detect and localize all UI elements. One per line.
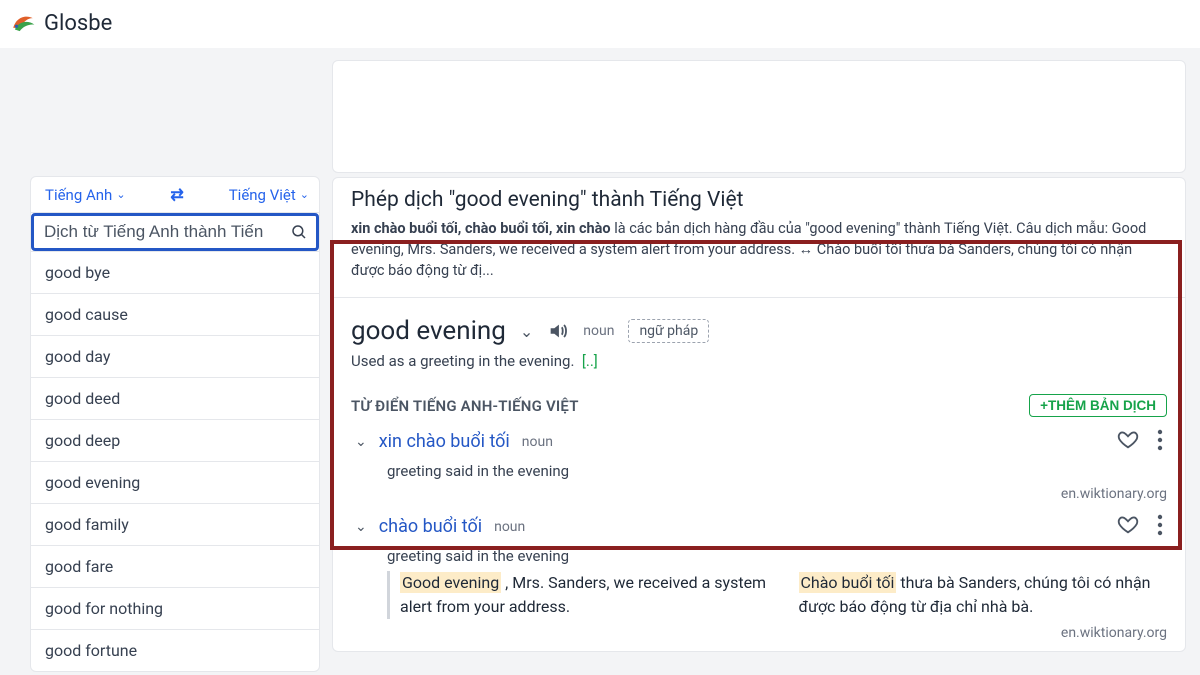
suggestion-item[interactable]: good fare [31, 545, 319, 587]
translation-source[interactable]: en.wiktionary.org [351, 625, 1167, 641]
suggestion-item[interactable]: good for nothing [31, 587, 319, 629]
grammar-button[interactable]: ngữ pháp [628, 319, 709, 343]
ad-placeholder [332, 60, 1186, 173]
suggestion-item[interactable]: good day [31, 335, 319, 377]
example-pair: Good evening , Mrs. Sanders, we received… [387, 571, 1167, 619]
more-icon[interactable] [1157, 514, 1163, 536]
example-highlight: Good evening [400, 572, 501, 593]
translation-gloss: greeting said in the evening [387, 547, 1167, 565]
chevron-down-icon[interactable]: ⌄ [355, 519, 367, 535]
suggestion-item[interactable]: good deed [31, 377, 319, 419]
sidebar: Tiếng Anh ⌄ ⇄ Tiếng Việt ⌄ good bye good… [30, 176, 320, 672]
lang-to-button[interactable]: Tiếng Việt ⌄ [229, 186, 309, 204]
page-title: Phép dịch "good evening" thành Tiếng Việ… [351, 188, 1167, 212]
lang-from-label: Tiếng Anh [45, 186, 112, 204]
lang-from-button[interactable]: Tiếng Anh ⌄ [45, 186, 126, 204]
translation-block: ⌄ chào buổi tối noun greeting said in th… [351, 516, 1167, 641]
lang-to-label: Tiếng Việt [229, 186, 296, 204]
part-of-speech: noun [583, 323, 614, 339]
header: Glosbe [0, 0, 1200, 48]
translation-word[interactable]: xin chào buổi tối [379, 431, 510, 452]
chevron-down-icon: ⌄ [116, 188, 125, 201]
definition-text: Used as a greeting in the evening. [..] [351, 352, 1167, 370]
more-icon[interactable] [1157, 429, 1163, 451]
language-selector-row: Tiếng Anh ⌄ ⇄ Tiếng Việt ⌄ [31, 177, 319, 213]
suggestion-item[interactable]: good deep [31, 419, 319, 461]
divider [333, 297, 1185, 298]
chevron-down-icon[interactable]: ⌄ [520, 322, 533, 341]
translation-gloss: greeting said in the evening [387, 462, 1167, 480]
definition-body: Used as a greeting in the evening. [351, 352, 574, 370]
suggestion-item[interactable]: good family [31, 503, 319, 545]
expand-definition-link[interactable]: [..] [582, 352, 598, 370]
search-icon[interactable] [290, 223, 308, 241]
dictionary-header: TỪ ĐIỂN TIẾNG ANH-TIẾNG VIỆT [351, 397, 579, 415]
main-panel: Phép dịch "good evening" thành Tiếng Việ… [332, 60, 1186, 652]
example-target: Chào buổi tối thưa bà Sanders, chúng tôi… [799, 571, 1168, 619]
suggestion-list: good bye good cause good day good deed g… [31, 251, 319, 671]
dictionary-header-row: TỪ ĐIỂN TIẾNG ANH-TIẾNG VIỆT +THÊM BẢN D… [351, 394, 1167, 417]
headword: good evening [351, 316, 506, 346]
chevron-down-icon: ⌄ [300, 188, 309, 201]
favorite-icon[interactable] [1117, 429, 1139, 451]
add-translation-button[interactable]: +THÊM BẢN DỊCH [1029, 394, 1167, 417]
translation-word[interactable]: chào buổi tối [379, 516, 482, 537]
swap-languages-icon[interactable]: ⇄ [170, 185, 183, 204]
translation-summary: xin chào buổi tối, chào buổi tối, xin ch… [351, 218, 1167, 281]
entry-header: good evening ⌄ noun ngữ pháp [351, 316, 1167, 346]
suggestion-item[interactable]: good bye [31, 251, 319, 293]
content-card: Phép dịch "good evening" thành Tiếng Việ… [332, 177, 1186, 652]
suggestion-item[interactable]: good fortune [31, 629, 319, 671]
pronounce-icon[interactable] [547, 320, 569, 342]
chevron-down-icon[interactable]: ⌄ [355, 434, 367, 450]
brand-logo-icon [10, 10, 36, 36]
translation-pos: noun [522, 434, 553, 450]
suggestion-item[interactable]: good cause [31, 293, 319, 335]
translation-source[interactable]: en.wiktionary.org [351, 486, 1167, 502]
favorite-icon[interactable] [1117, 514, 1139, 536]
example-source: Good evening , Mrs. Sanders, we received… [400, 571, 769, 619]
translation-block: ⌄ xin chào buổi tối noun greeting said i… [351, 431, 1167, 502]
suggestion-item[interactable]: good evening [31, 461, 319, 503]
brand-name[interactable]: Glosbe [44, 11, 112, 36]
search-input[interactable] [44, 222, 290, 242]
search-box[interactable] [31, 213, 319, 251]
translation-pos: noun [494, 519, 525, 535]
example-highlight: Chào buổi tối [799, 572, 897, 593]
summary-bold: xin chào buổi tối, chào buổi tối, xin ch… [351, 220, 611, 237]
